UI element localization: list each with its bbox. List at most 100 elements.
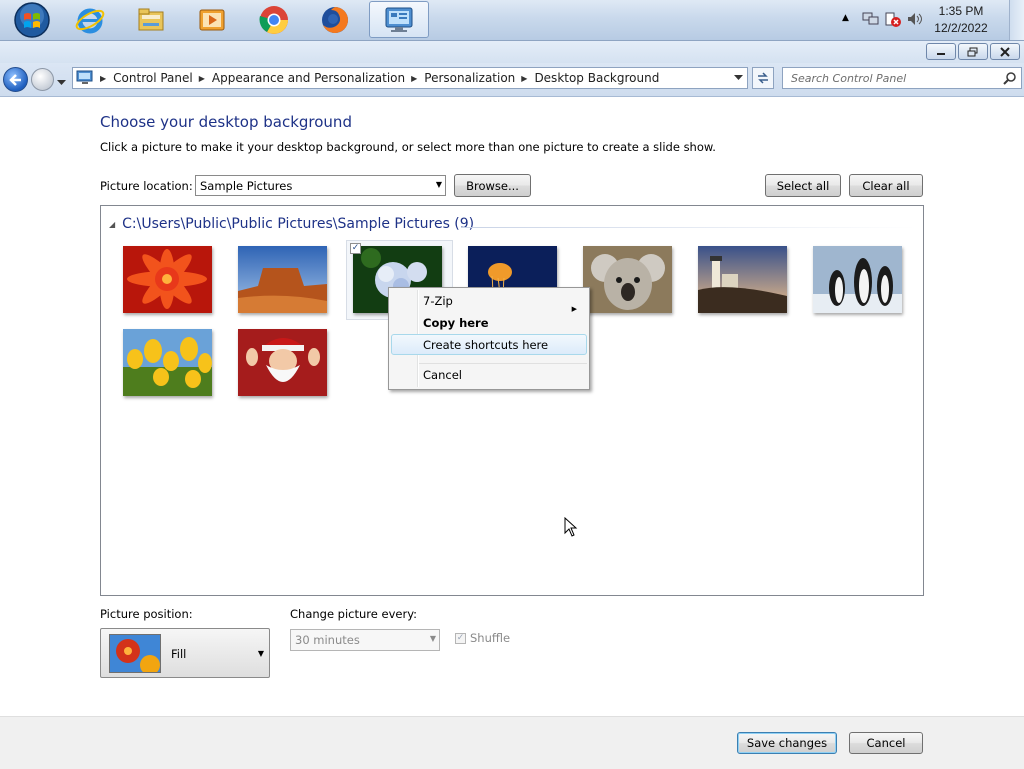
- breadcrumb-separator-icon[interactable]: ▶: [100, 74, 106, 83]
- back-arrow-icon: [8, 73, 21, 86]
- picture-position-value: Fill: [171, 647, 187, 661]
- submenu-arrow-icon: ▶: [571, 305, 577, 313]
- taskbar-internet-explorer[interactable]: [62, 1, 118, 38]
- close-icon: [1000, 46, 1010, 57]
- picture-position-label: Picture position:: [100, 607, 193, 621]
- minimize-icon: [937, 52, 945, 55]
- breadcrumb-separator-icon[interactable]: ▶: [199, 74, 205, 83]
- picture-gallery: ◢ C:\Users\Public\Public Pictures\Sample…: [100, 205, 924, 596]
- windows-logo-icon: [14, 1, 50, 38]
- control-panel-icon: [385, 7, 413, 32]
- select-all-button[interactable]: Select all: [765, 174, 841, 197]
- group-divider: [461, 227, 916, 228]
- show-desktop-button[interactable]: [1009, 0, 1024, 40]
- firefox-icon: [322, 6, 348, 33]
- minimize-button[interactable]: [926, 43, 956, 60]
- picture-location-select[interactable]: Sample Pictures ▼: [195, 175, 446, 196]
- page-title: Choose your desktop background: [100, 113, 352, 131]
- breadcrumb-separator-icon[interactable]: ▶: [411, 74, 417, 83]
- menu-item-copy-here[interactable]: Copy here: [423, 313, 489, 333]
- breadcrumb-control-panel[interactable]: Control Panel: [113, 71, 193, 85]
- windows-explorer-icon: [138, 8, 164, 30]
- menu-item-cancel[interactable]: Cancel: [423, 365, 462, 385]
- network-icon[interactable]: [862, 11, 880, 27]
- picture-location-value: Sample Pictures: [200, 179, 293, 193]
- clock-date[interactable]: 12/2/2022: [926, 21, 996, 35]
- picture-position-select[interactable]: Fill ▼: [100, 628, 270, 678]
- save-changes-button[interactable]: Save changes: [737, 732, 837, 754]
- search-input[interactable]: [789, 71, 998, 86]
- group-header[interactable]: ◢ C:\Users\Public\Public Pictures\Sample…: [109, 216, 474, 232]
- recent-pages-dropdown[interactable]: [57, 75, 66, 89]
- breadcrumb-personalization[interactable]: Personalization: [424, 71, 515, 85]
- context-menu: 7-Zip ▶ Copy here Create shortcuts here …: [388, 287, 590, 390]
- interval-value: 30 minutes: [295, 633, 360, 647]
- refresh-button[interactable]: [752, 67, 774, 89]
- change-picture-label: Change picture every:: [290, 607, 418, 621]
- close-button[interactable]: [990, 43, 1020, 60]
- breadcrumb-separator-icon[interactable]: ▶: [521, 74, 527, 83]
- thumbnail-lighthouse[interactable]: [698, 246, 787, 313]
- position-preview: [109, 634, 161, 673]
- taskbar-control-panel[interactable]: [369, 1, 429, 38]
- browse-button[interactable]: Browse...: [454, 174, 531, 197]
- thumbnail-desert[interactable]: [238, 246, 327, 313]
- position-preview-image: [110, 635, 160, 672]
- chevron-down-icon: [57, 80, 66, 85]
- chevron-down-icon: ▼: [429, 634, 436, 643]
- clock-time[interactable]: 1:35 PM: [926, 4, 996, 18]
- tulips-image: [123, 329, 212, 396]
- back-button[interactable]: [3, 67, 28, 92]
- change-picture-interval-select[interactable]: 30 minutes ▼: [290, 629, 440, 651]
- lighthouse-image: [698, 246, 787, 313]
- picture-location-label: Picture location:: [100, 179, 193, 193]
- address-dropdown-button[interactable]: [729, 68, 747, 88]
- collapse-triangle-icon[interactable]: ◢: [109, 220, 115, 229]
- menu-item-7zip-label: 7-Zip: [423, 294, 453, 308]
- system-tray: ▲ 1:35 PM 12/2/2022: [834, 0, 1024, 40]
- thumbnail-chrysanthemum[interactable]: [123, 246, 212, 313]
- search-icon[interactable]: [1003, 71, 1017, 85]
- restore-button[interactable]: [958, 43, 988, 60]
- cancel-button[interactable]: Cancel: [849, 732, 923, 754]
- shuffle-label: Shuffle: [470, 631, 511, 645]
- action-center-icon[interactable]: [884, 11, 902, 27]
- santa-image: [238, 329, 327, 396]
- start-button[interactable]: [4, 1, 60, 38]
- taskbar-firefox[interactable]: [307, 1, 363, 38]
- internet-explorer-icon: [75, 8, 105, 33]
- restore-icon: [967, 47, 978, 56]
- taskbar-chrome[interactable]: [246, 1, 302, 38]
- thumbnail-checkbox[interactable]: ✓: [350, 243, 361, 254]
- show-hidden-icons-icon[interactable]: ▲: [842, 13, 860, 29]
- mouse-cursor-icon: [564, 517, 578, 537]
- search-box[interactable]: [782, 67, 1022, 89]
- shuffle-checkbox[interactable]: ✓ Shuffle: [455, 631, 510, 645]
- control-panel-small-icon: [76, 70, 93, 84]
- taskbar-windows-explorer[interactable]: [123, 1, 179, 38]
- taskbar: ▲ 1:35 PM 12/2/2022: [0, 0, 1024, 41]
- breadcrumb-desktop-background[interactable]: Desktop Background: [534, 71, 659, 85]
- forward-button[interactable]: [31, 68, 54, 91]
- clear-all-button[interactable]: Clear all: [849, 174, 923, 197]
- thumbnail-koala[interactable]: [583, 246, 672, 313]
- chevron-down-icon: [733, 75, 743, 80]
- menu-separator: [419, 363, 587, 364]
- media-player-icon: [199, 9, 225, 30]
- chevron-down-icon: ▼: [435, 180, 442, 189]
- taskbar-media-player[interactable]: [184, 1, 240, 38]
- thumbnail-tulips[interactable]: [123, 329, 212, 396]
- breadcrumb[interactable]: ▶ Control Panel ▶ Appearance and Persona…: [72, 67, 748, 89]
- breadcrumb-appearance[interactable]: Appearance and Personalization: [212, 71, 405, 85]
- thumbnail-penguins[interactable]: [813, 246, 902, 313]
- volume-icon[interactable]: [906, 11, 924, 27]
- menu-item-create-shortcuts[interactable]: Create shortcuts here: [423, 335, 548, 355]
- shuffle-check-icon[interactable]: ✓: [455, 632, 466, 644]
- menu-item-7zip[interactable]: 7-Zip ▶: [423, 291, 587, 313]
- thumbnail-santa[interactable]: [238, 329, 327, 396]
- penguins-image: [813, 246, 902, 313]
- group-label: C:\Users\Public\Public Pictures\Sample P…: [122, 216, 475, 232]
- refresh-icon: [758, 72, 768, 84]
- desert-image: [238, 246, 327, 313]
- koala-image: [583, 246, 672, 313]
